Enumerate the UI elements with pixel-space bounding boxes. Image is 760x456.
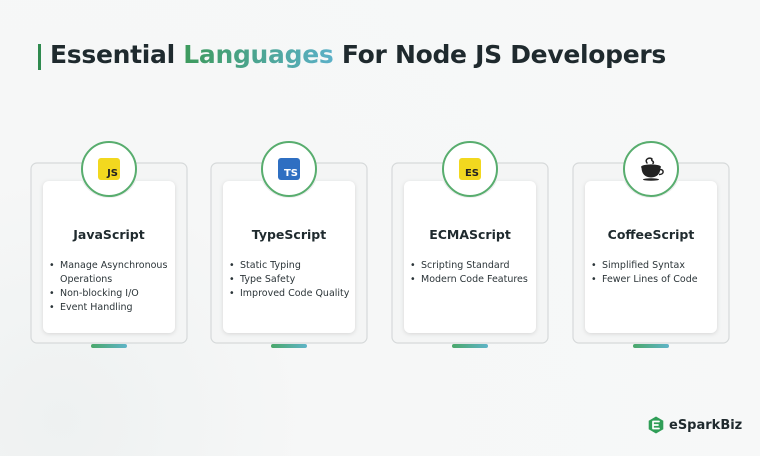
coffee-cup-icon: [641, 157, 664, 181]
ts-badge-icon: TS: [278, 158, 300, 180]
language-card-javascript: JS JavaScript Manage Asynchronous Operat…: [29, 141, 189, 349]
language-card-typescript: TS TypeScript Static Typing Type Safety …: [209, 141, 369, 349]
card-feature-list: Scripting Standard Modern Code Features: [409, 259, 542, 287]
card-bottom-tab: [271, 344, 307, 348]
list-item: Manage Asynchronous Operations: [48, 259, 181, 287]
card-feature-list: Static Typing Type Safety Improved Code …: [228, 259, 361, 301]
card-icon-circle: ES: [442, 141, 498, 197]
list-item: Scripting Standard: [409, 259, 542, 273]
title-suffix: For Node JS Developers: [333, 40, 666, 69]
card-bottom-tab: [91, 344, 127, 348]
title-accent-bar: [38, 44, 41, 70]
list-item: Fewer Lines of Code: [590, 273, 723, 287]
es-badge-icon: ES: [459, 158, 481, 180]
list-item: Simplified Syntax: [590, 259, 723, 273]
list-item: Non-blocking I/O: [48, 287, 181, 301]
card-bottom-tab: [452, 344, 488, 348]
card-icon-circle: TS: [261, 141, 317, 197]
card-icon-circle: JS: [81, 141, 137, 197]
card-icon-circle: [623, 141, 679, 197]
title-prefix: Essential: [50, 40, 184, 69]
card-title: ECMAScript: [429, 227, 511, 242]
list-item: Modern Code Features: [409, 273, 542, 287]
card-bottom-tab: [633, 344, 669, 348]
card-title: TypeScript: [251, 227, 327, 242]
list-item: Static Typing: [228, 259, 361, 273]
brand-logo: eSparkBiz: [648, 416, 742, 434]
card-feature-list: Manage Asynchronous Operations Non-block…: [48, 259, 181, 315]
language-card-ecmascript: ES ECMAScript Scripting Standard Modern …: [390, 141, 550, 349]
title-highlight: Languages: [183, 40, 334, 69]
esparkbiz-logo-icon: [648, 416, 664, 434]
card-feature-list: Simplified Syntax Fewer Lines of Code: [590, 259, 723, 287]
language-card-coffeescript: CoffeeScript Simplified Syntax Fewer Lin…: [571, 141, 731, 349]
card-title: CoffeeScript: [607, 227, 695, 242]
page-title: Essential Languages For Node JS Develope…: [50, 40, 666, 69]
brand-name: eSparkBiz: [669, 417, 743, 433]
card-title: JavaScript: [73, 227, 145, 242]
list-item: Type Safety: [228, 273, 361, 287]
list-item: Improved Code Quality: [228, 287, 361, 301]
js-badge-icon: JS: [98, 158, 120, 180]
list-item: Event Handling: [48, 301, 181, 315]
